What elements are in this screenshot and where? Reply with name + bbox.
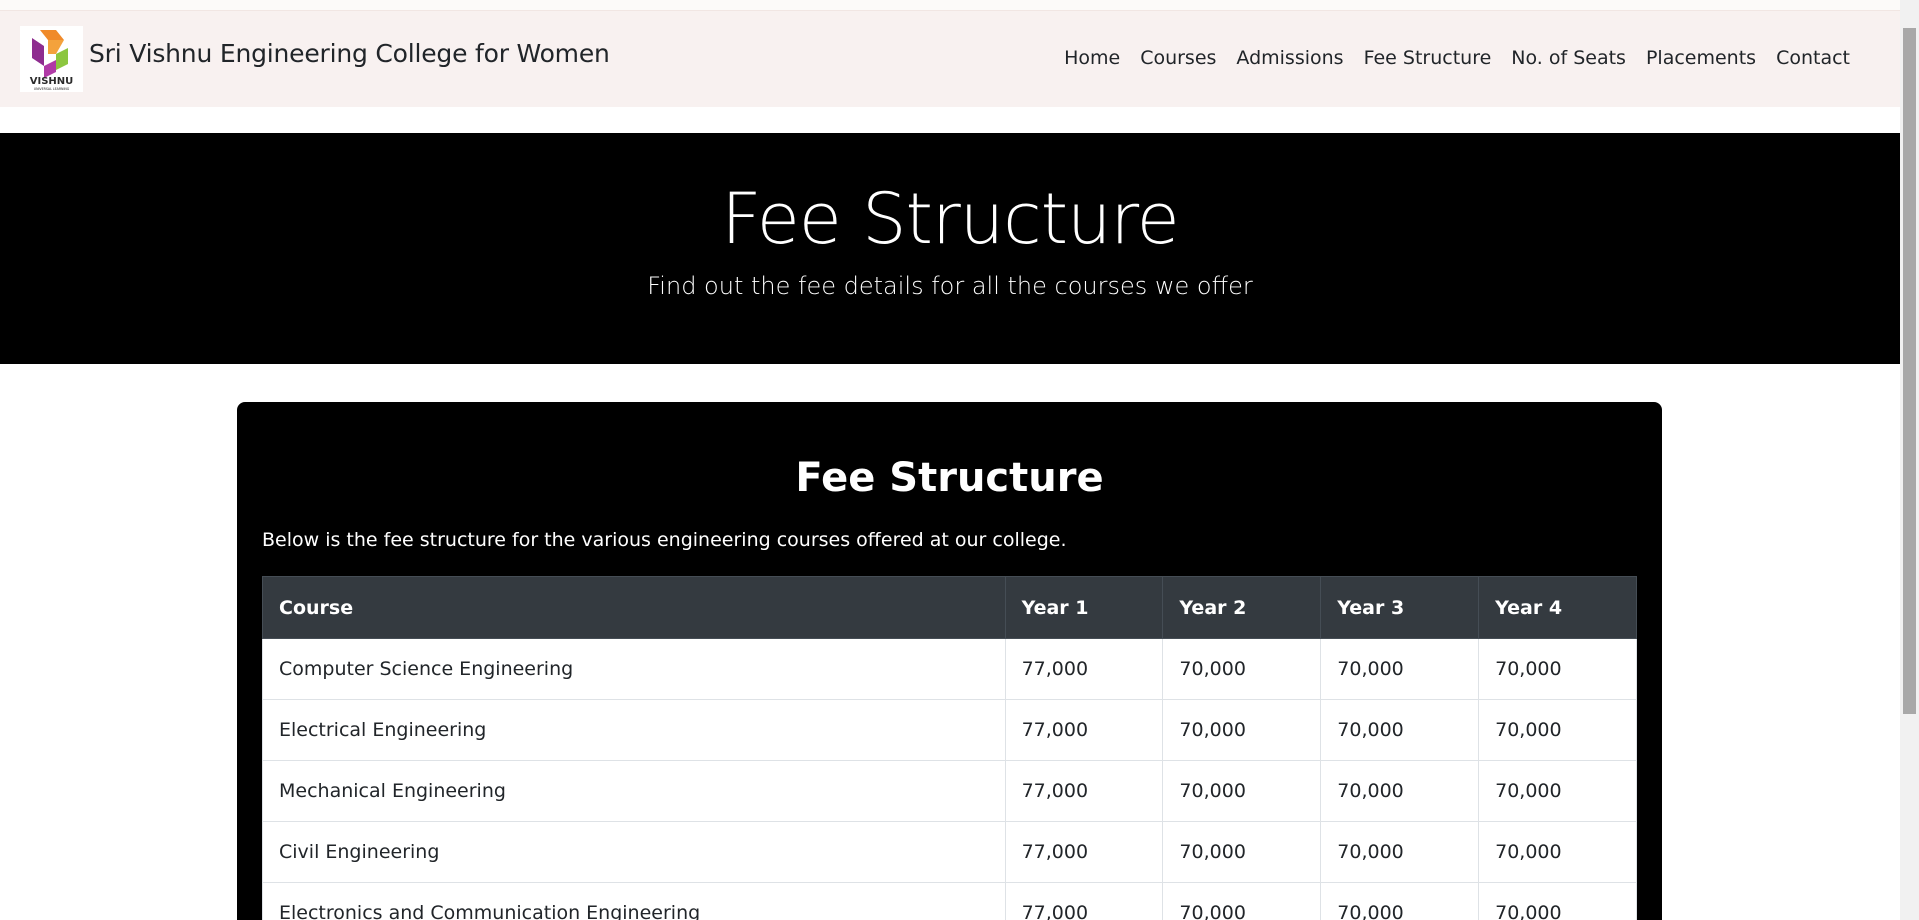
header-course: Course: [262, 576, 1006, 639]
nav-link-seats[interactable]: No. of Seats: [1511, 47, 1626, 69]
vertical-scrollbar[interactable]: [1900, 0, 1919, 920]
page: VISHNU UNIVERSAL LEARNING Sri Vishnu Eng…: [0, 0, 1919, 920]
nav-link-courses[interactable]: Courses: [1140, 47, 1216, 69]
header-year-4: Year 4: [1478, 576, 1637, 639]
top-strip: [0, 0, 1900, 11]
nav-link-placements[interactable]: Placements: [1646, 47, 1756, 69]
fee-year-3: 70,000: [1320, 821, 1480, 883]
fee-card: Fee Structure Below is the fee structure…: [237, 402, 1662, 920]
logo-subtext: UNIVERSAL LEARNING: [34, 87, 70, 91]
fee-year-2: 70,000: [1162, 882, 1322, 920]
table-row: Computer Science Engineering 77,000 70,0…: [262, 638, 1637, 700]
fee-year-2: 70,000: [1162, 760, 1322, 822]
fee-table: Course Year 1 Year 2 Year 3 Year 4 Compu…: [262, 576, 1637, 920]
header-year-1: Year 1: [1004, 576, 1164, 639]
course-name: Computer Science Engineering: [262, 638, 1006, 700]
nav-link-home[interactable]: Home: [1064, 47, 1120, 69]
hero-title: Fee Structure: [721, 178, 1179, 260]
table-row: Mechanical Engineering 77,000 70,000 70,…: [262, 760, 1637, 822]
nav-link-contact[interactable]: Contact: [1776, 47, 1850, 69]
header-year-2: Year 2: [1162, 576, 1322, 639]
card-description: Below is the fee structure for the vario…: [262, 529, 1067, 551]
course-name: Electronics and Communication Engineerin…: [262, 882, 1006, 920]
nav-link-admissions[interactable]: Admissions: [1236, 47, 1343, 69]
fee-year-1: 77,000: [1004, 699, 1164, 761]
fee-year-1: 77,000: [1004, 821, 1164, 883]
course-name: Electrical Engineering: [262, 699, 1006, 761]
course-name: Mechanical Engineering: [262, 760, 1006, 822]
nav-link-fee-structure[interactable]: Fee Structure: [1364, 47, 1492, 69]
card-title: Fee Structure: [795, 455, 1104, 501]
table-row: Electrical Engineering 77,000 70,000 70,…: [262, 699, 1637, 761]
fee-year-2: 70,000: [1162, 699, 1322, 761]
table-header-row: Course Year 1 Year 2 Year 3 Year 4: [262, 576, 1637, 639]
fee-year-4: 70,000: [1478, 821, 1637, 883]
fee-year-2: 70,000: [1162, 821, 1322, 883]
fee-year-3: 70,000: [1320, 699, 1480, 761]
table-row: Civil Engineering 77,000 70,000 70,000 7…: [262, 821, 1637, 883]
navbar: VISHNU UNIVERSAL LEARNING Sri Vishnu Eng…: [0, 11, 1900, 107]
fee-year-4: 70,000: [1478, 882, 1637, 920]
fee-year-4: 70,000: [1478, 699, 1637, 761]
fee-year-3: 70,000: [1320, 760, 1480, 822]
fee-year-4: 70,000: [1478, 760, 1637, 822]
header-year-3: Year 3: [1320, 576, 1480, 639]
table-row: Electronics and Communication Engineerin…: [262, 882, 1637, 920]
vishnu-logo-icon: VISHNU UNIVERSAL LEARNING: [30, 30, 74, 91]
hero-subtitle: Find out the fee details for all the cou…: [647, 272, 1253, 300]
fee-year-1: 77,000: [1004, 638, 1164, 700]
fee-year-2: 70,000: [1162, 638, 1322, 700]
brand-name[interactable]: Sri Vishnu Engineering College for Women: [89, 39, 610, 68]
fee-year-1: 77,000: [1004, 882, 1164, 920]
hero-banner: Fee Structure Find out the fee details f…: [0, 133, 1900, 364]
fee-year-4: 70,000: [1478, 638, 1637, 700]
logo-text: VISHNU: [30, 76, 74, 87]
college-logo[interactable]: VISHNU UNIVERSAL LEARNING: [20, 26, 83, 92]
course-name: Civil Engineering: [262, 821, 1006, 883]
fee-year-3: 70,000: [1320, 882, 1480, 920]
fee-year-1: 77,000: [1004, 760, 1164, 822]
scrollbar-thumb[interactable]: [1903, 28, 1916, 714]
fee-year-3: 70,000: [1320, 638, 1480, 700]
nav-menu: Home Courses Admissions Fee Structure No…: [1064, 47, 1850, 69]
